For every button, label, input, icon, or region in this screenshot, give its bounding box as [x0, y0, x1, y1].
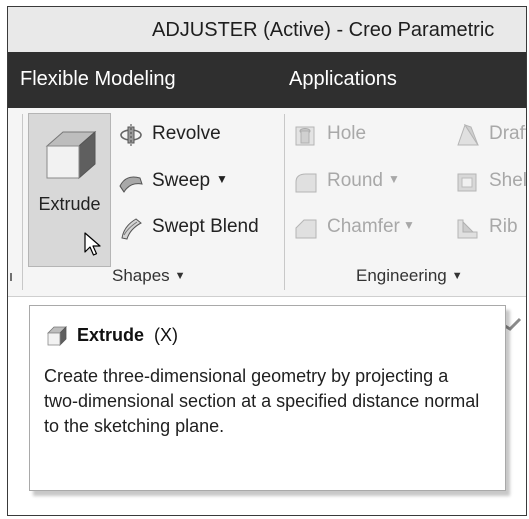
shapes-dropdown-icon: ▼ [174, 270, 186, 282]
window-title: ADJUSTER (Active) - Creo Parametric [152, 19, 495, 41]
shapes-group-label[interactable]: Shapes ▼ [112, 266, 186, 286]
revolve-icon [120, 124, 142, 146]
tooltip-title: Extrude [77, 325, 145, 345]
extrude-tooltip: Extrude (X) Create three-dimensional geo… [29, 305, 506, 491]
group-divider [22, 114, 23, 290]
extrude-icon [47, 326, 67, 346]
swept-blend-label: Swept Blend [152, 216, 259, 237]
revolve-label: Revolve [152, 123, 221, 144]
hole-label: Hole [327, 123, 367, 144]
chamfer-dropdown-icon[interactable]: ▼ [403, 218, 415, 232]
engineering-group-label[interactable]: Engineering ▼ [356, 266, 463, 286]
mouse-pointer-icon [84, 232, 101, 256]
tab-applications[interactable]: Applications [289, 68, 397, 91]
ribbon-panel: Extrude Revolve Sweep ▼ Swept Blend Shap… [8, 108, 526, 297]
sweep-dropdown-icon[interactable]: ▼ [216, 172, 228, 186]
group-divider [284, 114, 285, 290]
engineering-dropdown-icon: ▼ [451, 270, 463, 282]
app-window: ADJUSTER (Active) - Creo Parametric Flex… [7, 6, 527, 516]
shell-icon [457, 173, 477, 192]
tooltip-heading: Extrude (X) [77, 325, 178, 346]
round-icon [295, 173, 317, 193]
sweep-label: Sweep [152, 170, 211, 191]
rib-icon [457, 219, 478, 239]
extrude-icon [45, 130, 97, 180]
ribbon-edge-marker [10, 273, 12, 281]
hole-icon [295, 126, 315, 146]
chamfer-icon [295, 219, 317, 239]
shell-label: Shell [489, 170, 526, 191]
title-bar: ADJUSTER (Active) - Creo Parametric [8, 7, 526, 52]
tab-flexible-modeling[interactable]: Flexible Modeling [20, 68, 176, 91]
rib-label: Rib [489, 216, 518, 237]
extrude-label: Extrude [38, 194, 101, 214]
swept-blend-icon [121, 218, 142, 240]
ribbon-tab-bar: Flexible Modeling Applications [8, 52, 526, 108]
tooltip-description: Create three-dimensional geometry by pro… [44, 366, 480, 436]
tooltip-shortcut: (X) [154, 325, 179, 345]
round-label: Round [327, 170, 383, 191]
sweep-icon [119, 176, 143, 193]
draft-icon [457, 123, 479, 146]
chamfer-label: Chamfer [327, 216, 400, 237]
round-dropdown-icon[interactable]: ▼ [388, 172, 400, 186]
draft-label: Draft [489, 123, 526, 144]
